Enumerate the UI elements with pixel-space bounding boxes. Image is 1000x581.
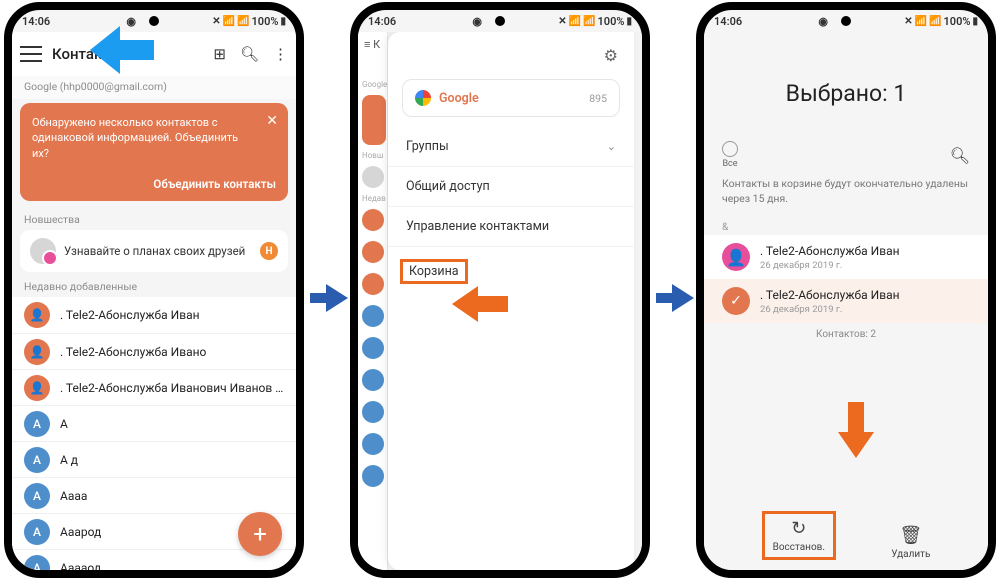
news-avatar-icon <box>30 238 56 264</box>
avatar-icon: A <box>24 555 50 570</box>
account-label: Google (hhp0000@gmail.com) <box>12 76 296 99</box>
phone-trash-selection: 14:06 ◉ ✕📶📶 100%▮ Выбрано: 1 Все 🔍︎ Конт… <box>696 2 996 578</box>
trash-count: Контактов: 2 <box>704 323 988 342</box>
status-right: ✕📶📶 100%▮ <box>558 15 632 28</box>
phone-contacts-list: 14:06 ◉ ✕📶📶 100%▮ Контакты ⊞ 🔍︎ ⋮ Google… <box>4 2 304 578</box>
phone-drawer-menu: 14:06 ◉ ✕📶📶 100%▮ ≡ К Google Новш Недав <box>350 2 650 578</box>
annotation-arrow-orange <box>452 286 478 322</box>
trash-date: 26 декабря 2019 г. <box>760 304 900 315</box>
avatar-icon: A <box>24 519 50 545</box>
news-card[interactable]: Узнавайте о планах своих друзей Н <box>20 230 288 272</box>
letter-header: & <box>704 218 988 235</box>
avatar-icon: A <box>24 483 50 509</box>
avatar-icon: 👤 <box>24 302 50 328</box>
search-icon[interactable]: 🔍︎ <box>950 146 970 165</box>
screen: Выбрано: 1 Все 🔍︎ Контакты в корзине буд… <box>704 32 988 570</box>
screen: Контакты ⊞ 🔍︎ ⋮ Google (hhp0000@gmail.co… <box>12 32 296 570</box>
transition-arrow-icon <box>326 284 348 312</box>
restore-icon: ↻ <box>791 518 806 539</box>
contact-row[interactable]: AАааа <box>12 477 296 513</box>
status-time: 14:06 <box>22 15 50 28</box>
camera-notch <box>495 16 505 26</box>
account-count: 895 <box>589 92 607 105</box>
menu-manage[interactable]: Управление контактами <box>388 206 634 246</box>
settings-icon[interactable]: ⚙ <box>604 46 618 65</box>
camera-icon: ◉ <box>472 15 482 28</box>
camera-notch <box>149 16 159 26</box>
check-icon: ✓ <box>722 287 750 315</box>
radio-icon <box>722 141 738 157</box>
merge-button[interactable]: Объединить контакты <box>32 177 276 191</box>
background-strip: ≡ К Google Новш Недав <box>358 32 388 570</box>
add-contact-fab[interactable]: + <box>238 512 282 556</box>
transition-arrow-icon <box>672 284 694 312</box>
trash-name: . Tele2-Абонслужба Иван <box>760 244 900 258</box>
selection-toolbar: Все 🔍︎ <box>704 141 988 175</box>
google-icon <box>415 90 431 106</box>
close-icon[interactable]: ✕ <box>266 113 278 129</box>
merge-duplicates-card: Обнаружено несколько контактов с одинако… <box>20 103 288 201</box>
avatar-icon: A <box>24 411 50 437</box>
trash-name: . Tele2-Абонслужба Иван <box>760 288 900 302</box>
app-bar: Контакты ⊞ 🔍︎ ⋮ <box>12 32 296 76</box>
camera-icon: ◉ <box>818 15 828 28</box>
status-time: 14:06 <box>368 15 396 28</box>
annotation-arrow-down <box>838 432 874 458</box>
menu-groups[interactable]: Группы ⌄ <box>388 127 634 166</box>
more-icon[interactable]: ⋮ <box>273 45 288 63</box>
chevron-down-icon: ⌄ <box>607 140 616 153</box>
trash-highlight: Корзина <box>400 259 468 284</box>
camera-notch <box>841 16 851 26</box>
avatar-icon: 👤 <box>24 375 50 401</box>
contact-row[interactable]: 👤. Tele2-Абонслужба Иван <box>12 297 296 333</box>
restore-button[interactable]: ↻ Восстанов. <box>762 511 836 560</box>
trash-row-selected[interactable]: ✓ . Tele2-Абонслужба Иван 26 декабря 201… <box>704 279 988 323</box>
bottom-bar: ↻ Восстанов. 🗑 Удалить <box>704 511 988 560</box>
avatar-icon: 👤 <box>24 339 50 365</box>
account-label: Google <box>439 91 581 106</box>
account-card[interactable]: Google 895 <box>402 79 620 117</box>
menu-trash[interactable]: Корзина <box>388 246 634 296</box>
select-all-button[interactable]: Все <box>722 141 738 169</box>
status-time: 14:06 <box>714 15 742 28</box>
status-right: ✕📶📶 100%▮ <box>212 15 286 28</box>
search-icon[interactable]: 🔍︎ <box>240 45 259 63</box>
qr-icon[interactable]: ⊞ <box>213 45 226 63</box>
trash-date: 26 декабря 2019 г. <box>760 260 900 271</box>
section-recent: Недавно добавленные <box>12 272 296 297</box>
menu-shared[interactable]: Общий доступ <box>388 166 634 206</box>
section-news: Новшества <box>12 205 296 230</box>
trash-row[interactable]: 👤 . Tele2-Абонслужба Иван 26 декабря 201… <box>704 235 988 279</box>
news-text: Узнавайте о планах своих друзей <box>64 244 252 258</box>
trash-notice: Контакты в корзине будут окончательно уд… <box>704 175 988 218</box>
contact-row[interactable]: 👤. Tele2-Абонслужба Ивано <box>12 333 296 369</box>
status-right: ✕📶📶 100%▮ <box>904 15 978 28</box>
annotation-arrow-blue <box>90 26 120 74</box>
news-badge: Н <box>260 242 278 260</box>
merge-text: Обнаружено несколько контактов с одинако… <box>32 115 276 161</box>
contact-row[interactable]: AА д <box>12 441 296 477</box>
contact-row[interactable]: AА <box>12 405 296 441</box>
delete-button[interactable]: 🗑 Удалить <box>891 525 930 560</box>
menu-icon[interactable] <box>20 46 42 62</box>
camera-icon: ◉ <box>126 15 136 28</box>
contact-row[interactable]: 👤. Tele2-Абонслужба Иванович Иванов К... <box>12 369 296 405</box>
selection-title: Выбрано: 1 <box>704 32 988 141</box>
avatar-icon: 👤 <box>722 243 750 271</box>
avatar-icon: A <box>24 447 50 473</box>
navigation-drawer: ⚙ Google 895 Группы ⌄ Общий доступ Управ… <box>388 32 634 570</box>
trash-icon: 🗑 <box>899 525 922 546</box>
